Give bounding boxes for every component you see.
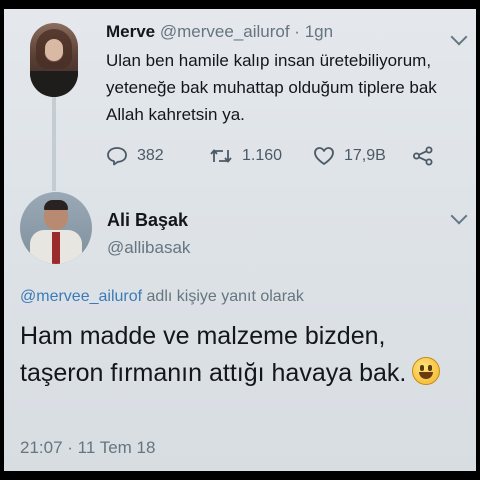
reply-icon	[107, 147, 127, 166]
parent-display-name[interactable]: Merve	[106, 22, 155, 41]
avatar-hair	[44, 200, 68, 210]
grinning-face-emoji-icon	[412, 357, 441, 385]
share-button[interactable]	[412, 146, 434, 166]
reply-tweet-text: Ham madde ve malzeme bizden, taşeron fır…	[20, 318, 472, 392]
screenshot-frame: Merve @mervee_ailurof · 1gn Ulan ben ham…	[0, 0, 480, 480]
merve-avatar[interactable]	[30, 23, 78, 97]
ali-basak-avatar[interactable]	[20, 192, 92, 264]
avatar-face	[45, 39, 63, 61]
chevron-down-icon[interactable]	[450, 207, 468, 225]
reply-button[interactable]: 382	[106, 146, 209, 166]
chevron-down-icon[interactable]	[450, 28, 468, 46]
tweet-thread-card: Merve @mervee_ailurof · 1gn Ulan ben ham…	[4, 9, 476, 471]
reply-handle[interactable]: @allibasak	[107, 238, 190, 258]
like-icon	[314, 147, 334, 165]
reply-mention-link[interactable]: @mervee_ailurof	[20, 288, 142, 305]
retweet-icon	[210, 149, 232, 163]
parent-tweet-age[interactable]: 1gn	[305, 22, 333, 41]
header-separator: ·	[289, 22, 305, 41]
replying-to-line: @mervee_ailurof adlı kişiye yanıt olarak	[20, 288, 304, 306]
reply-count: 382	[137, 147, 164, 164]
parent-handle[interactable]: @mervee_ailurof	[160, 22, 290, 41]
like-button[interactable]: 17,9B	[313, 146, 412, 166]
like-count: 17,9B	[344, 147, 386, 164]
parent-tweet-header: Merve @mervee_ailurof · 1gn	[106, 22, 333, 44]
thread-connector-line	[52, 93, 56, 191]
parent-tweet-text: Ulan ben hamile kalıp insan üretebiliyor…	[106, 51, 437, 124]
retweet-button[interactable]: 1.160	[209, 146, 313, 166]
retweet-count: 1.160	[242, 147, 283, 164]
reply-display-name[interactable]: Ali Başak	[107, 210, 188, 231]
avatar-body	[30, 71, 78, 97]
avatar-strap	[52, 232, 60, 264]
reply-text-body: Ham madde ve malzeme bizden, taşeron fır…	[20, 322, 407, 387]
parent-tweet-actions: 382 1.160 17,9B	[106, 143, 434, 169]
reply-timestamp[interactable]: 21:07 · 11 Tem 18	[20, 438, 155, 458]
reply-suffix: adlı kişiye yanıt olarak	[142, 288, 304, 305]
share-icon	[413, 146, 433, 166]
